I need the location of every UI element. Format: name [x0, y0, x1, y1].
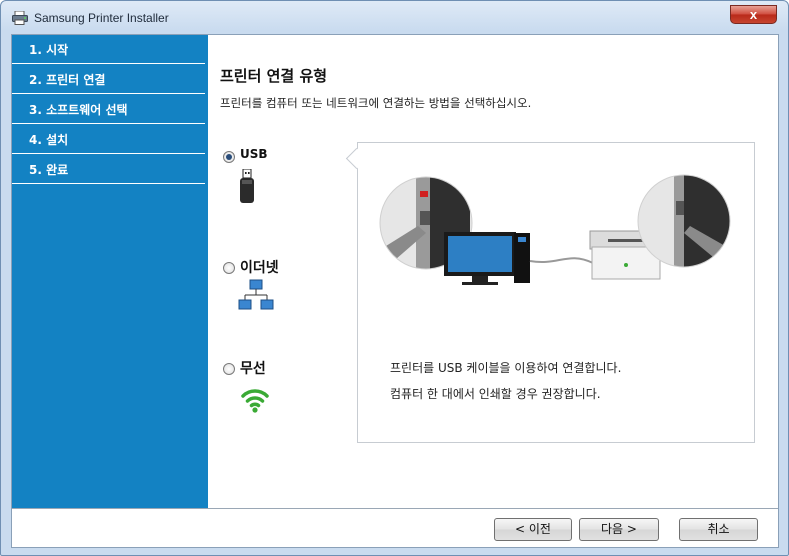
wireless-radio[interactable] [223, 363, 235, 375]
installer-window: Samsung Printer Installer x 1. 시작 2. 프린터… [0, 0, 789, 556]
sidebar-step-start: 1. 시작 [12, 35, 205, 64]
connection-description-panel: 프린터를 USB 케이블을 이용하여 연결합니다. 컴퓨터 한 대에서 인쇄할 … [357, 142, 755, 443]
ethernet-radio[interactable] [223, 262, 235, 274]
title-bar[interactable]: Samsung Printer Installer x [1, 1, 788, 33]
close-icon: x [749, 7, 758, 22]
page-subtitle: 프린터를 컴퓨터 또는 네트워크에 연결하는 방법을 선택하십시오. [220, 96, 532, 110]
usb-icon [240, 169, 254, 203]
sidebar-step-software-selection: 3. 소프트웨어 선택 [12, 95, 205, 124]
step-sidebar: 1. 시작 2. 프린터 연결 3. 소프트웨어 선택 4. 설치 5. 완료 [12, 35, 208, 508]
sidebar-step-complete: 5. 완료 [12, 155, 205, 184]
wireless-label[interactable]: 무선 [240, 358, 266, 378]
next-button[interactable]: 다음 > [579, 518, 659, 541]
step-label: 4. 설치 [29, 133, 69, 147]
close-button[interactable]: x [730, 5, 777, 24]
step-label: 2. 프린터 연결 [29, 73, 106, 87]
sidebar-step-install: 4. 설치 [12, 125, 205, 154]
sidebar-step-printer-connection: 2. 프린터 연결 [12, 65, 205, 94]
page-title: 프린터 연결 유형 [220, 67, 328, 85]
installer-content: 1. 시작 2. 프린터 연결 3. 소프트웨어 선택 4. 설치 5. 완료 … [11, 34, 779, 548]
step-label: 3. 소프트웨어 선택 [29, 103, 128, 117]
usb-radio[interactable] [223, 151, 235, 163]
network-icon [238, 279, 274, 310]
usb-connection-illustration [379, 174, 731, 285]
back-button[interactable]: < 이전 [494, 518, 572, 541]
step-label: 1. 시작 [29, 43, 69, 57]
main-panel: 프린터 연결 유형 프린터를 컴퓨터 또는 네트워크에 연결하는 방법을 선택하… [208, 35, 778, 508]
footer-divider [12, 508, 778, 509]
description-line: 컴퓨터 한 대에서 인쇄할 경우 권장합니다. [390, 387, 601, 401]
cancel-button[interactable]: 취소 [679, 518, 758, 541]
wifi-icon [241, 389, 269, 413]
ethernet-label[interactable]: 이더넷 [240, 257, 279, 277]
window-title: Samsung Printer Installer [34, 11, 169, 25]
description-line: 프린터를 USB 케이블을 이용하여 연결합니다. [390, 361, 622, 375]
printer-app-icon [12, 11, 28, 25]
usb-label[interactable]: USB [240, 147, 268, 161]
step-label: 5. 완료 [29, 163, 69, 177]
